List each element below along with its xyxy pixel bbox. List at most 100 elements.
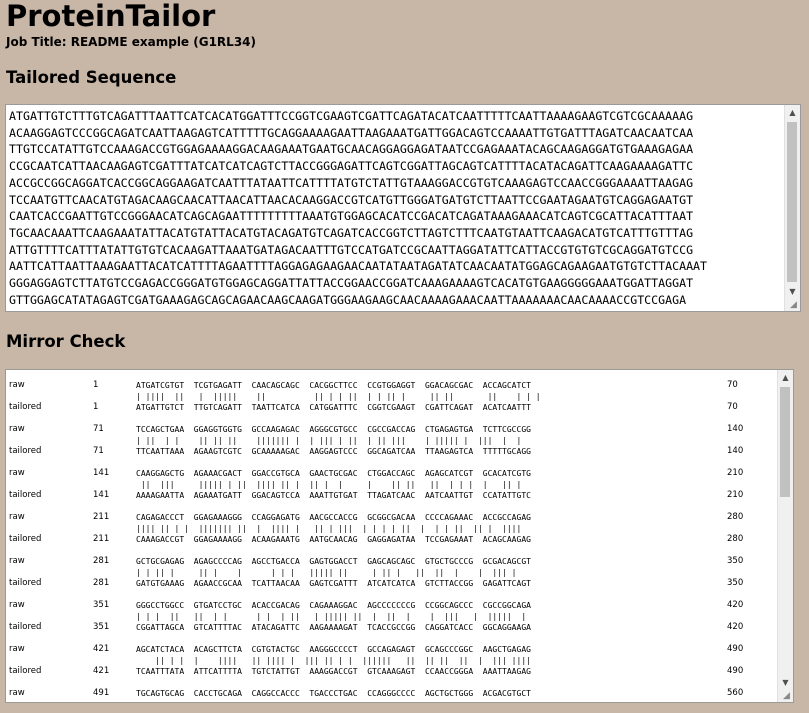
tailored-sequence: CGGATTAGCA GTCATTTTAC ATACAGATTC AAGAAAA…: [136, 623, 531, 632]
sequence-line: TTGTCCATATTGTCCAAAGACCGTGGAGAAAAGGACAAGA…: [9, 142, 694, 157]
sequence-line: CCGCAATCATTAACAAGAGTCGATTTATCATCATCAGTCT…: [9, 159, 694, 174]
raw-sequence: CAGAGACCCT GGAGAAAGGG CCAGGAGATG AACGCCA…: [136, 513, 531, 522]
position-start: 1: [93, 380, 99, 390]
tailored-sequence: AAAAGAATTA AGAAATGATT GGACAGTCCA AAATTGT…: [136, 491, 531, 500]
position-end: 140: [727, 446, 744, 456]
position-start: 491: [93, 688, 110, 698]
position-end: 350: [727, 578, 744, 588]
mirror-check-scrollbar[interactable]: ▲ ▼: [777, 370, 793, 702]
match-marks: | || | | || || || ||||||| | | ||| | || |…: [136, 436, 522, 445]
scroll-down-arrow-icon[interactable]: ▼: [785, 284, 800, 299]
raw-sequence: GGGCCTGGCC GTGATCCTGC ACACCGACAG CAGAAAG…: [136, 601, 531, 610]
raw-row: raw 71 TCCAGCTGAA GGAGGTGGTG GCCAAGAGAC AG…: [6, 424, 776, 435]
raw-row: raw 281 GCTGCGAGAG AGAGCCCCAG AGCCTGACCA G…: [6, 556, 776, 567]
sequence-line: AATTCATTAATTAAAGAATTACATCATTTTAGAATTTTAG…: [9, 259, 708, 274]
position-end: 210: [727, 468, 744, 478]
scroll-down-arrow-icon[interactable]: ▼: [778, 675, 793, 690]
position-start: 421: [93, 644, 110, 654]
raw-sequence: TCCAGCTGAA GGAGGTGGTG GCCAAGAGAC AGGGCGT…: [136, 425, 531, 434]
sequence-line: ACAAGGAGTCCCGGCAGATCAATTAAGAGTCATTTTTGCA…: [9, 125, 694, 140]
app-title: ProteinTailor: [6, 0, 216, 33]
position-end: 490: [727, 644, 744, 654]
match-marks: | |||| || | ||||| || || | | || | | || | …: [136, 392, 541, 401]
position-start: 71: [93, 446, 104, 456]
position-start: 281: [93, 578, 110, 588]
position-end: 140: [727, 424, 744, 434]
tailored-label: tailored: [9, 402, 42, 412]
position-start: 351: [93, 622, 110, 632]
tailored-label: tailored: [9, 490, 42, 500]
match-marks: | | | || || | | | | | || | ||||| || | ||…: [136, 612, 527, 621]
raw-row: raw 141 CAAGGAGCTG AGAAACGACT GGACCGTGCA G…: [6, 468, 776, 479]
position-end: 560: [727, 688, 744, 698]
position-end: 280: [727, 534, 744, 544]
tailored-sequence-textarea[interactable]: ATGATTGTCTTTGTCAGATTTAATTCATCACATGGATTTC…: [5, 104, 801, 312]
position-start: 351: [93, 600, 110, 610]
match-row: | | | || || | | | | | || | ||||| || | ||…: [6, 611, 776, 622]
scroll-up-arrow-icon[interactable]: ▲: [785, 105, 800, 120]
sequence-line: ATTGTTTTCATTTATATTGTGTCACAAGATTAAATGATAG…: [9, 242, 694, 257]
tailored-label: tailored: [9, 622, 42, 632]
resize-grip-icon[interactable]: ◢: [790, 301, 799, 310]
tailored-row: tailored 351 CGGATTAGCA GTCATTTTAC ATACAGA…: [6, 622, 776, 633]
position-end: 70: [727, 402, 738, 412]
tailored-row: tailored 71 TTCAATTAAA AGAAGTCGTC GCAAAAAG…: [6, 446, 776, 457]
position-end: 350: [727, 556, 744, 566]
tailored-sequence-heading: Tailored Sequence: [6, 68, 177, 87]
position-start: 71: [93, 424, 104, 434]
match-row: | |||| || | ||||| || || | | || | | || | …: [6, 391, 776, 402]
position-start: 421: [93, 666, 110, 676]
mirror-check-panel[interactable]: raw 1 ATGATCGTGT TCGTGAGATT CAACAGCAGC CAC…: [5, 369, 794, 703]
tailored-label: tailored: [9, 446, 42, 456]
scroll-thumb[interactable]: [787, 122, 797, 282]
raw-label: raw: [9, 644, 25, 654]
resize-grip-icon[interactable]: ◢: [783, 692, 792, 701]
tailored-label: tailored: [9, 666, 42, 676]
raw-sequence: TGCAGTGCAG CACCTGCAGA CAGGCCACCC TGACCCT…: [136, 689, 531, 698]
raw-row: raw 421 AGCATCTACA ACAGCTTCTA CGTGTACTGC A…: [6, 644, 776, 655]
position-start: 211: [93, 512, 110, 522]
tailored-sequence: GATGTGAAAG AGAACCGCAA TCATTAACAA GAGTCGA…: [136, 579, 531, 588]
raw-label: raw: [9, 600, 25, 610]
match-marks: | | || | || | | | | | ||||| || | || | ||…: [136, 568, 517, 577]
raw-label: raw: [9, 468, 25, 478]
scroll-up-arrow-icon[interactable]: ▲: [778, 370, 793, 385]
raw-row: raw 211 CAGAGACCCT GGAGAAAGGG CCAGGAGATG A…: [6, 512, 776, 523]
tailored-label: tailored: [9, 534, 42, 544]
tailored-sequence-scrollbar[interactable]: ▲ ▼: [784, 105, 800, 311]
raw-sequence: GCTGCGAGAG AGAGCCCCAG AGCCTGACCA GAGTGGA…: [136, 557, 531, 566]
raw-sequence: CAAGGAGCTG AGAAACGACT GGACCGTGCA GAACTGC…: [136, 469, 531, 478]
tailored-row: tailored 1 ATGATTGTCT TTGTCAGATT TAATTCATC…: [6, 402, 776, 413]
position-end: 280: [727, 512, 744, 522]
match-row: || ||| ||||| | || |||| || | || | | | || …: [6, 479, 776, 490]
sequence-line: TCCAATGTTCAACATGTAGACAAGCAACATTAACATTAAC…: [9, 192, 694, 207]
sequence-line: GGGAGGAGTCTTATGTCCGAGACCGGGATGTGGAGCAGGA…: [9, 276, 694, 291]
tailored-sequence: ATGATTGTCT TTGTCAGATT TAATTCATCA CATGGAT…: [136, 403, 531, 412]
position-start: 141: [93, 468, 110, 478]
sequence-line: TGCAACAAATTCAAGAAATATTACATGTATTACATGTACA…: [9, 225, 694, 240]
raw-label: raw: [9, 424, 25, 434]
position-start: 141: [93, 490, 110, 500]
tailored-row: tailored 211 CAAAGACCGT GGAGAAAAGG ACAAGAA…: [6, 534, 776, 545]
tailored-sequence: TCAATTTATA ATTCATTTTA TGTCTATTGT AAAGGAC…: [136, 667, 531, 676]
job-title: Job Title: README example (G1RL34): [6, 35, 256, 49]
position-end: 420: [727, 600, 744, 610]
raw-row: raw 491 TGCAGTGCAG CACCTGCAGA CAGGCCACCC T…: [6, 688, 776, 699]
tailored-row: tailored 141 AAAAGAATTA AGAAATGATT GGACAGT…: [6, 490, 776, 501]
position-end: 70: [727, 380, 738, 390]
match-row: || | | | |||| || |||| | ||| || | | |||||…: [6, 655, 776, 666]
tailored-label: tailored: [9, 578, 42, 588]
match-marks: |||| || | | ||||||| || | |||| | || | |||…: [136, 524, 522, 533]
position-start: 281: [93, 556, 110, 566]
position-end: 210: [727, 490, 744, 500]
sequence-line: ATGATTGTCTTTGTCAGATTTAATTCATCACATGGATTTC…: [9, 109, 694, 123]
position-start: 211: [93, 534, 110, 544]
raw-sequence: ATGATCGTGT TCGTGAGATT CAACAGCAGC CACGGCT…: [136, 381, 531, 390]
raw-row: raw 351 GGGCCTGGCC GTGATCCTGC ACACCGACAG C…: [6, 600, 776, 611]
tailored-sequence: CAAAGACCGT GGAGAAAAGG ACAAGAAATG AATGCAA…: [136, 535, 531, 544]
sequence-line: CAATCACCGAATTGTCCGGGAACATCAGCAGAATTTTTTT…: [9, 209, 694, 224]
match-marks: || ||| ||||| | || |||| || | || | | | || …: [136, 480, 522, 489]
scroll-thumb[interactable]: [780, 387, 790, 497]
raw-label: raw: [9, 556, 25, 566]
sequence-line: GTTGGAGCATATAGAGTCGATGAAAGAGCAGCAGAACAAG…: [9, 292, 687, 307]
